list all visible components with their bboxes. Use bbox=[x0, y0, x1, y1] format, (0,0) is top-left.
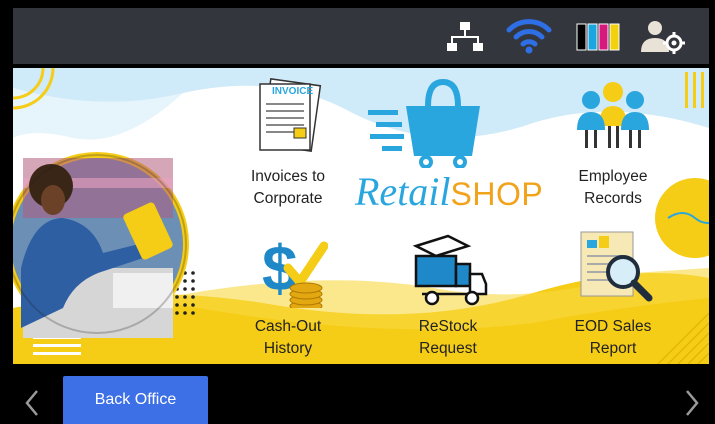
tile-label-line2: Report bbox=[589, 340, 637, 357]
tile-eod-sales-report[interactable]: EOD Sales Report bbox=[543, 228, 683, 364]
tile-restock-request[interactable]: ReStock Request bbox=[378, 228, 518, 364]
invoice-word: INVOICE bbox=[272, 86, 313, 97]
logo-retail: Retail bbox=[355, 169, 451, 214]
wifi-icon[interactable] bbox=[505, 18, 553, 54]
tile-label-line1: ReStock bbox=[418, 318, 478, 335]
status-bar bbox=[13, 8, 709, 64]
tile-label: Cash-Out History bbox=[218, 316, 358, 360]
ink-cartridge-bar bbox=[576, 23, 587, 51]
employees-icon bbox=[577, 82, 649, 148]
ink-cartridge-bar bbox=[598, 23, 609, 51]
back-office-button[interactable]: Back Office bbox=[63, 376, 208, 424]
home-panel: INVOICE Invoices to Corporate Employee R… bbox=[13, 68, 709, 364]
invoice-icon: INVOICE bbox=[259, 78, 322, 153]
tile-label-line2: Request bbox=[419, 340, 477, 357]
tile-label-line2: Corporate bbox=[253, 190, 323, 207]
shopping-bag-icon bbox=[368, 78, 480, 168]
truck-icon bbox=[412, 234, 488, 306]
ink-cartridge-bar bbox=[587, 23, 598, 51]
tile-label-line2: History bbox=[263, 340, 313, 357]
user-settings-icon[interactable] bbox=[639, 18, 687, 54]
printer-screen: INVOICE Invoices to Corporate Employee R… bbox=[0, 0, 715, 424]
bottom-bar: Back Office bbox=[0, 368, 715, 424]
tile-label-line1: Cash-Out bbox=[254, 318, 322, 335]
tile-invoices-to-corporate[interactable]: INVOICE Invoices to Corporate bbox=[218, 78, 358, 218]
tile-label-line1: Invoices to bbox=[250, 168, 326, 185]
tile-label-line2: Records bbox=[584, 190, 642, 207]
tile-label: EOD Sales Report bbox=[543, 316, 683, 360]
tile-label: Employee Records bbox=[543, 166, 683, 210]
network-icon[interactable] bbox=[445, 18, 485, 54]
tile-employee-records[interactable]: Employee Records bbox=[543, 78, 683, 218]
cash-icon: $ bbox=[262, 232, 328, 308]
ink-cartridge-bar bbox=[609, 23, 620, 51]
tile-cash-out-history[interactable]: $ Cash-Out History bbox=[218, 228, 358, 364]
retailshop-logo: RetailSHOP bbox=[355, 168, 555, 214]
ink-levels-icon[interactable] bbox=[575, 18, 621, 54]
tile-label-line1: Employee bbox=[578, 168, 648, 185]
previous-arrow-icon[interactable] bbox=[24, 388, 40, 418]
report-icon bbox=[580, 231, 653, 302]
tile-label-line1: EOD Sales bbox=[574, 318, 652, 335]
next-arrow-icon[interactable] bbox=[684, 388, 700, 418]
tile-label: Invoices to Corporate bbox=[218, 166, 358, 210]
tile-label: ReStock Request bbox=[378, 316, 518, 360]
logo-shop: SHOP bbox=[450, 176, 544, 212]
